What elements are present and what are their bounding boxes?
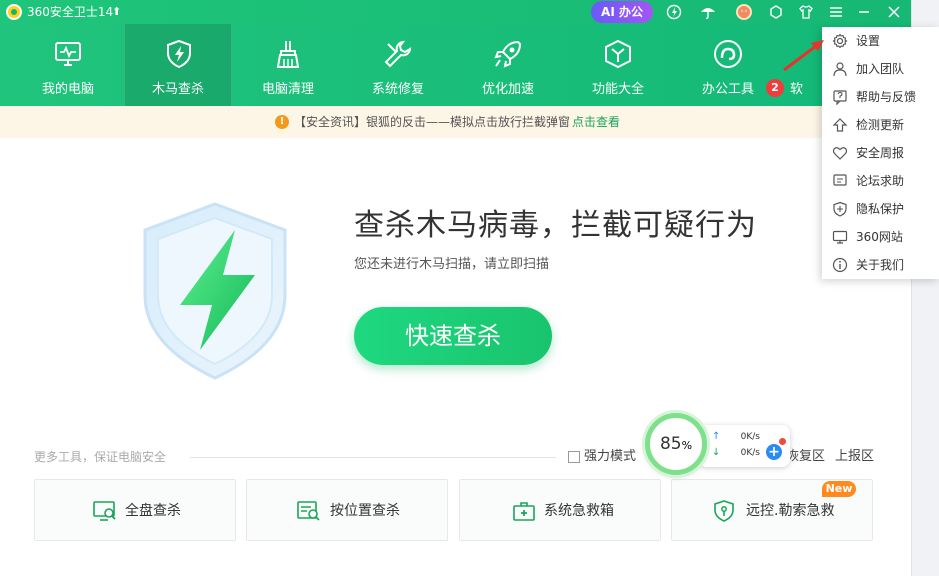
menu-item-privacy[interactable]: 隐私保护 xyxy=(822,195,939,223)
app-title: 360安全卫士14 xyxy=(27,5,114,19)
tool-card-location-scan[interactable]: 按位置查杀 xyxy=(246,479,448,541)
heart-icon xyxy=(832,145,848,161)
report-zone-link[interactable]: 上报区 xyxy=(835,449,874,465)
app-logo-icon xyxy=(6,4,22,20)
notification-dot xyxy=(779,438,786,445)
quick-scan-button[interactable]: 快速查杀 xyxy=(354,307,552,365)
notice-text: 【安全资讯】银狐的反击——模拟点击放行拦截弹窗 xyxy=(294,115,571,129)
performance-percent: 85 xyxy=(659,434,682,454)
main-menu-dropdown: 设置 加入团队 帮助与反馈 检测更新 安全周报 论坛求助 隐私保护 360网站 … xyxy=(822,27,939,279)
hero-title: 查杀木马病毒，拦截可疑行为 xyxy=(354,208,757,243)
umbrella-icon[interactable] xyxy=(698,2,718,22)
annotation-arrow-icon xyxy=(783,40,824,72)
nav-my-computer[interactable]: 我的电脑 xyxy=(14,24,122,106)
shirt-icon[interactable] xyxy=(796,2,816,22)
close-icon[interactable] xyxy=(884,2,904,22)
tools-heading: 更多工具，保证电脑安全 xyxy=(34,450,167,464)
website-icon xyxy=(832,229,848,245)
office-icon xyxy=(712,38,744,70)
tool-card-full-scan[interactable]: 全盘查杀 xyxy=(34,479,236,541)
performance-ball[interactable]: 85% xyxy=(645,413,707,475)
menu-item-forum-help[interactable]: 论坛求助 xyxy=(822,167,939,195)
minimize-icon[interactable] xyxy=(854,2,874,22)
annotation-badge: 2 xyxy=(766,79,784,97)
menu-icon[interactable] xyxy=(826,2,846,22)
shield-bolt-graphic-icon xyxy=(140,200,290,380)
nav-office-tools[interactable]: 办公工具 xyxy=(674,24,782,106)
location-scan-icon xyxy=(297,500,321,522)
wrench-icon xyxy=(382,38,414,70)
speed-icon[interactable] xyxy=(664,2,684,22)
percent-unit: % xyxy=(681,439,693,452)
nav-all-features[interactable]: 功能大全 xyxy=(564,24,672,106)
rocket-icon xyxy=(492,38,524,70)
menu-item-check-update[interactable]: 检测更新 xyxy=(822,111,939,139)
update-icon xyxy=(832,117,848,133)
team-icon xyxy=(832,61,848,77)
tool-card-first-aid[interactable]: 系统急救箱 xyxy=(459,479,661,541)
help-icon xyxy=(832,89,848,106)
info-icon xyxy=(832,257,848,273)
tools-divider xyxy=(190,457,556,458)
power-mode-label[interactable]: 强力模式 xyxy=(584,449,636,465)
gear-icon xyxy=(832,33,848,49)
notice-link[interactable]: 点击查看 xyxy=(572,115,620,129)
full-scan-icon xyxy=(93,500,117,522)
avatar-icon[interactable] xyxy=(734,2,754,22)
ai-office-button[interactable]: AI 办公 xyxy=(591,1,653,23)
warning-icon: ! xyxy=(275,115,289,129)
cube-icon xyxy=(602,38,634,70)
update-arrow-icon[interactable]: ⬆ xyxy=(112,4,121,20)
menu-item-join-team[interactable]: 加入团队 xyxy=(822,55,939,83)
menu-item-settings[interactable]: 设置 xyxy=(822,27,939,55)
skin-icon[interactable] xyxy=(766,2,786,22)
app-window: 360安全卫士14 ⬆ AI 办公 我的电脑 木马查杀 电脑清理 系统修复 优化… xyxy=(0,0,912,576)
download-speed: 0K/s xyxy=(740,448,760,458)
power-mode-checkbox[interactable] xyxy=(568,451,580,463)
upload-arrow-icon: ↑ xyxy=(712,431,721,442)
restore-zone-link[interactable]: 恢复区 xyxy=(786,449,825,465)
forum-icon xyxy=(832,173,848,189)
monitor-icon xyxy=(52,38,84,70)
nav-trojan-scan[interactable]: 木马查杀 xyxy=(124,24,232,106)
download-arrow-icon: ↓ xyxy=(712,447,721,458)
ransom-shield-icon xyxy=(712,500,736,522)
broom-icon xyxy=(272,38,304,70)
privacy-shield-icon xyxy=(832,201,848,217)
nav-optimize[interactable]: 优化加速 xyxy=(454,24,562,106)
upload-speed: 0K/s xyxy=(740,432,760,442)
title-bar: 360安全卫士14 ⬆ AI 办公 xyxy=(0,0,911,24)
menu-item-about-us[interactable]: 关于我们 xyxy=(822,251,939,279)
menu-item-help-feedback[interactable]: 帮助与反馈 xyxy=(822,83,939,111)
hero-subtitle: 您还未进行木马扫描，请立即扫描 xyxy=(354,257,550,272)
security-notice-bar: ! 【安全资讯】银狐的反击——模拟点击放行拦截弹窗 点击查看 xyxy=(0,106,911,138)
nav-pc-clean[interactable]: 电脑清理 xyxy=(234,24,342,106)
menu-item-360-website[interactable]: 360网站 xyxy=(822,223,939,251)
new-badge: New xyxy=(822,481,856,497)
first-aid-icon xyxy=(512,500,536,522)
accelerate-plus-button[interactable]: + xyxy=(766,444,782,460)
nav-system-repair[interactable]: 系统修复 xyxy=(344,24,452,106)
shield-bolt-icon xyxy=(163,38,195,70)
menu-item-weekly-report[interactable]: 安全周报 xyxy=(822,139,939,167)
